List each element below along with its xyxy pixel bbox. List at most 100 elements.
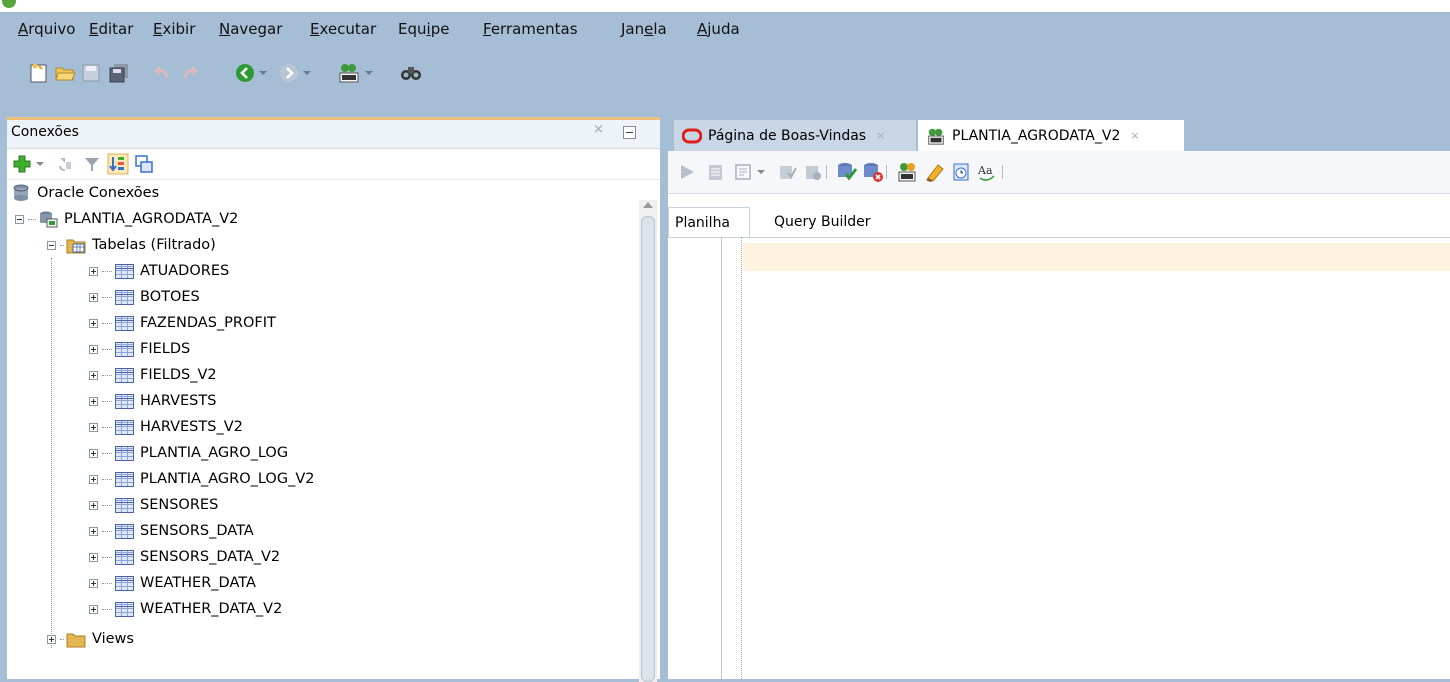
add-connection-dropdown-icon[interactable] — [33, 151, 47, 177]
expand-icon[interactable] — [89, 526, 98, 536]
oracle-icon — [682, 127, 702, 145]
table-icon — [114, 366, 134, 384]
tab-planilha[interactable]: Planilha — [668, 207, 750, 237]
commit-transaction-icon[interactable] — [834, 159, 860, 185]
rollback-transaction-icon[interactable] — [860, 159, 886, 185]
tree-node-table[interactable]: BOTOES — [89, 284, 200, 310]
menu-editar[interactable]: Editar — [89, 20, 133, 38]
sql-tuning-icon[interactable] — [894, 159, 920, 185]
tree-label: FAZENDAS_PROFIT — [140, 315, 276, 331]
scroll-up-arrow-icon[interactable] — [643, 202, 653, 208]
redo-icon[interactable] — [176, 60, 202, 86]
expand-icon[interactable] — [89, 292, 98, 302]
close-tab-icon[interactable]: × — [1130, 129, 1139, 142]
sql-worksheet-dropdown-icon[interactable] — [362, 60, 376, 86]
autotrace-dropdown-icon[interactable] — [754, 159, 768, 185]
tab-sql-worksheet[interactable]: PLANTIA_AGRODATA_V2 × — [918, 120, 1184, 151]
toolbar-separator — [826, 165, 827, 179]
sql-worksheet-icon — [926, 127, 946, 145]
open-folder-icon[interactable] — [52, 60, 78, 86]
expand-icon[interactable] — [89, 422, 98, 432]
tree-node-table[interactable]: HARVESTS_V2 — [89, 414, 243, 440]
tree-label: PLANTIA_AGRODATA_V2 — [64, 211, 239, 227]
back-dropdown-icon[interactable] — [256, 60, 270, 86]
sql-worksheet-icon[interactable] — [336, 60, 362, 86]
tree-node-table[interactable]: WEATHER_DATA_V2 — [89, 596, 282, 622]
close-tab-icon[interactable]: × — [876, 129, 885, 142]
expand-icon[interactable] — [89, 266, 98, 276]
tab-label: Planilha — [675, 214, 731, 231]
tree-node-table[interactable]: SENSORES — [89, 492, 218, 518]
expand-icon[interactable] — [89, 344, 98, 354]
schema-browser-icon[interactable] — [105, 151, 131, 177]
tree-node-table[interactable]: SENSORS_DATA — [89, 518, 254, 544]
menu-exibir[interactable]: Exibir — [153, 20, 195, 38]
table-icon — [114, 548, 134, 566]
undo-icon[interactable] — [150, 60, 176, 86]
tree-node-tables[interactable]: Tabelas (Filtrado) — [47, 232, 216, 258]
minimize-panel-icon[interactable] — [623, 126, 636, 139]
tree-node-table[interactable]: PLANTIA_AGRO_LOG_V2 — [89, 466, 314, 492]
expand-icon[interactable] — [89, 370, 98, 380]
tree-node-table[interactable]: HARVESTS — [89, 388, 216, 414]
rollback-icon[interactable] — [800, 159, 826, 185]
menu-ajuda[interactable]: Ajuda — [697, 20, 740, 38]
run-script-icon[interactable] — [702, 159, 728, 185]
history-icon[interactable] — [948, 159, 974, 185]
tab-query-builder[interactable]: Query Builder — [768, 207, 888, 237]
menu-janela[interactable]: Janela — [621, 20, 667, 38]
tree-node-connection[interactable]: PLANTIA_AGRODATA_V2 — [15, 206, 238, 232]
duplicate-icon[interactable] — [131, 151, 157, 177]
tree-node-views[interactable]: Views — [47, 626, 134, 652]
close-panel-icon[interactable]: × — [593, 122, 604, 137]
refresh-icon[interactable] — [53, 151, 79, 177]
tab-welcome-page[interactable]: Página de Boas-Vindas × — [674, 120, 916, 151]
expand-icon[interactable] — [89, 552, 98, 562]
tree-scrollbar-thumb[interactable] — [641, 216, 655, 682]
tree-node-table[interactable]: FAZENDAS_PROFIT — [89, 310, 276, 336]
filter-icon[interactable] — [79, 151, 105, 177]
tree-node-table[interactable]: ATUADORES — [89, 258, 229, 284]
tree-node-table[interactable]: SENSORS_DATA_V2 — [89, 544, 280, 570]
save-icon[interactable] — [78, 60, 104, 86]
expand-icon[interactable] — [89, 604, 98, 614]
run-statement-icon[interactable] — [674, 159, 700, 185]
expand-icon[interactable] — [89, 318, 98, 328]
expand-icon[interactable] — [89, 396, 98, 406]
format-case-icon[interactable]: Aa — [974, 159, 1000, 185]
current-line-highlight[interactable] — [743, 243, 1450, 271]
tree-node-table[interactable]: FIELDS — [89, 336, 190, 362]
menu-bar: Arquivo Editar Exibir Navegar Executar E… — [0, 12, 1450, 50]
connections-tree: Oracle Conexões PLANTIA_AGRODATA_V2 Tabe… — [7, 180, 637, 682]
tree-node-table[interactable]: FIELDS_V2 — [89, 362, 217, 388]
back-icon[interactable] — [232, 60, 258, 86]
menu-equipe[interactable]: Equipe — [398, 20, 449, 38]
autotrace-icon[interactable] — [730, 159, 756, 185]
tree-node-oracle-connections[interactable]: Oracle Conexões — [11, 180, 159, 206]
editor-tab-bar: Página de Boas-Vindas × PLANTIA_AGRODATA… — [668, 117, 1450, 151]
editor-toolbar: Aa — [668, 151, 1450, 194]
tree-node-table[interactable]: WEATHER_DATA — [89, 570, 256, 596]
tree-node-table[interactable]: PLANTIA_AGRO_LOG — [89, 440, 288, 466]
menu-ferramentas[interactable]: Ferramentas — [483, 20, 578, 38]
expand-icon[interactable] — [89, 500, 98, 510]
clear-icon[interactable] — [922, 159, 948, 185]
find-db-objects-icon[interactable] — [398, 60, 424, 86]
tree-label: HARVESTS — [140, 393, 217, 409]
collapse-icon[interactable] — [47, 240, 56, 250]
forward-dropdown-icon[interactable] — [300, 60, 314, 86]
menu-executar[interactable]: Executar — [310, 20, 376, 38]
expand-icon[interactable] — [47, 634, 56, 644]
expand-icon[interactable] — [89, 474, 98, 484]
menu-arquivo[interactable]: Arquivo — [18, 20, 75, 38]
new-file-icon[interactable] — [26, 60, 52, 86]
menu-navegar[interactable]: Navegar — [219, 20, 282, 38]
forward-icon[interactable] — [276, 60, 302, 86]
tree-label: Views — [92, 631, 134, 647]
expand-icon[interactable] — [89, 448, 98, 458]
expand-icon[interactable] — [89, 578, 98, 588]
commit-icon[interactable] — [774, 159, 800, 185]
save-all-icon[interactable] — [106, 60, 132, 86]
add-connection-icon[interactable] — [9, 151, 35, 177]
collapse-icon[interactable] — [15, 214, 24, 224]
